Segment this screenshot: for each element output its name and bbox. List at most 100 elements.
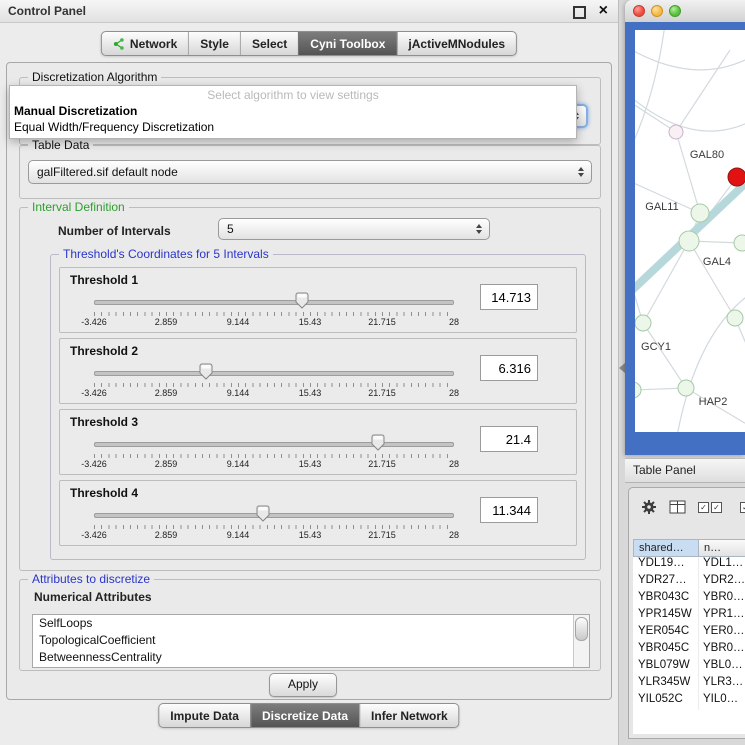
- cell-shared-name: YPR145W: [633, 608, 699, 625]
- slider-thumb[interactable]: [199, 363, 213, 380]
- dropdown-option-manual-discretization[interactable]: Manual Discretization: [14, 104, 572, 118]
- threshold-value-field[interactable]: 6.316: [480, 355, 538, 381]
- thresholds-container: Threshold 1-3.4262.8599.14415.4321.71528…: [59, 267, 577, 551]
- tab-infer-network[interactable]: Infer Network: [359, 704, 459, 727]
- tab-jactivemnodules[interactable]: jActiveMNodules: [396, 32, 516, 55]
- column-header-name[interactable]: n…: [699, 539, 745, 557]
- threshold-slider[interactable]: -3.4262.8599.14415.4321.71528: [94, 361, 454, 397]
- float-window-icon[interactable]: [573, 6, 586, 19]
- threshold-value-field[interactable]: 14.713: [480, 284, 538, 310]
- tab-cyni-toolbox[interactable]: Cyni Toolbox: [298, 32, 396, 55]
- network-node[interactable]: [728, 168, 745, 186]
- scale-label: 9.144: [227, 530, 250, 540]
- network-view-window: GAL80GAL11GAL4GCY1HAP2: [625, 0, 745, 455]
- algorithm-dropdown-popup: Select algorithm to view settings Manual…: [9, 85, 577, 139]
- combo-arrows-icon: [476, 224, 482, 234]
- list-scrollbar[interactable]: [573, 615, 589, 667]
- slider-track: [94, 300, 454, 305]
- network-node[interactable]: [669, 125, 683, 139]
- cell-shared-name: YBR045C: [633, 642, 699, 659]
- threshold-label: Threshold 2: [70, 344, 138, 358]
- table-body[interactable]: YDL19…YDL1…YDR27…YDR2…YBR043CYBR0…YPR145…: [633, 557, 745, 734]
- threshold-slider[interactable]: -3.4262.8599.14415.4321.71528: [94, 503, 454, 539]
- network-node[interactable]: [691, 204, 709, 222]
- discretization-algorithm-group-title: Discretization Algorithm: [28, 70, 161, 84]
- close-traffic-light[interactable]: [633, 5, 645, 17]
- gear-icon[interactable]: [641, 499, 657, 515]
- network-node[interactable]: [727, 310, 743, 326]
- tab-jactivemnodules-label: jActiveMNodules: [408, 37, 505, 51]
- column-header-shared-name[interactable]: shared…: [633, 539, 699, 557]
- list-item[interactable]: TopologicalCoefficient: [33, 632, 589, 649]
- slider-ticks: [94, 312, 454, 316]
- scrollbar-thumb[interactable]: [575, 617, 588, 641]
- toolbox-tab-bar: Network Style Select Cyni Toolbox jActiv…: [101, 31, 517, 56]
- table-row[interactable]: YBR045CYBR0…: [633, 642, 745, 659]
- table-row[interactable]: YDR27…YDR2…: [633, 574, 745, 591]
- network-edge[interactable]: [635, 46, 745, 70]
- scale-label: 21.715: [368, 459, 396, 469]
- threshold-slider[interactable]: -3.4262.8599.14415.4321.71528: [94, 432, 454, 468]
- table-data-combobox[interactable]: galFiltered.sif default node: [28, 160, 592, 184]
- table-row[interactable]: YBR043CYBR0…: [633, 591, 745, 608]
- table-row[interactable]: YDL19…YDL1…: [633, 557, 745, 574]
- zoom-traffic-light[interactable]: [669, 5, 681, 17]
- network-node-label: GAL80: [690, 149, 724, 161]
- numerical-attributes-list[interactable]: SelfLoopsTopologicalCoefficientBetweenne…: [32, 614, 590, 668]
- tab-style[interactable]: Style: [188, 32, 240, 55]
- slider-thumb[interactable]: [371, 434, 385, 451]
- network-node[interactable]: [678, 380, 694, 396]
- threshold-slider[interactable]: -3.4262.8599.14415.4321.71528: [94, 290, 454, 326]
- tab-discretize-data[interactable]: Discretize Data: [250, 704, 359, 727]
- number-of-intervals-label: Number of Intervals: [58, 224, 171, 238]
- network-node[interactable]: [679, 231, 699, 251]
- slider-thumb[interactable]: [295, 292, 309, 309]
- scale-label: 15.43: [299, 459, 322, 469]
- apply-button[interactable]: Apply: [269, 673, 337, 697]
- network-edge[interactable]: [686, 388, 745, 428]
- threshold-value-field[interactable]: 11.344: [480, 497, 538, 523]
- table-row[interactable]: YIL052CYIL0…: [633, 693, 745, 710]
- slider-thumb[interactable]: [256, 505, 270, 522]
- network-edge[interactable]: [676, 50, 730, 132]
- tab-impute-data[interactable]: Impute Data: [159, 704, 250, 727]
- table-panel-header: Table Panel: [625, 458, 745, 483]
- slider-scale: -3.4262.8599.14415.4321.71528: [94, 317, 454, 327]
- select-columns-checkboxes-icon[interactable]: ✓✓: [698, 502, 722, 513]
- network-edge[interactable]: [676, 132, 700, 213]
- close-icon[interactable]: ×: [599, 1, 608, 21]
- cell-shared-name: YBL079W: [633, 659, 699, 676]
- cell-shared-name: YER054C: [633, 625, 699, 642]
- minimize-traffic-light[interactable]: [651, 5, 663, 17]
- tab-select[interactable]: Select: [240, 32, 298, 55]
- table-row[interactable]: YBL079WYBL0…: [633, 659, 745, 676]
- network-node[interactable]: [734, 235, 745, 251]
- tab-network[interactable]: Network: [102, 32, 188, 55]
- columns-icon[interactable]: [669, 500, 686, 514]
- network-node[interactable]: [635, 315, 651, 331]
- threshold-value-field[interactable]: 21.4: [480, 426, 538, 452]
- table-row[interactable]: YER054CYER0…: [633, 625, 745, 642]
- network-node[interactable]: [635, 382, 641, 398]
- table-row[interactable]: YPR145WYPR1…: [633, 608, 745, 625]
- network-edge[interactable]: [643, 323, 686, 388]
- network-edge[interactable]: [635, 30, 665, 160]
- scale-label: 9.144: [227, 459, 250, 469]
- table-header-row: shared… n…: [633, 539, 745, 557]
- dropdown-option-equal-width-frequency[interactable]: Equal Width/Frequency Discretization: [14, 120, 572, 134]
- application-root: Control Panel × Network Style Select Cyn…: [0, 0, 745, 745]
- slider-scale: -3.4262.8599.14415.4321.71528: [94, 530, 454, 540]
- attributes-to-discretize-group: Attributes to discretize Numerical Attri…: [19, 579, 601, 671]
- clear-columns-checkboxes-icon[interactable]: ✓: [740, 502, 745, 513]
- number-of-intervals-combobox[interactable]: 5: [218, 218, 490, 240]
- table-data-group: Table Data galFiltered.sif default node: [19, 145, 601, 199]
- network-node-label: HAP2: [699, 396, 728, 408]
- network-canvas[interactable]: GAL80GAL11GAL4GCY1HAP2: [635, 30, 745, 432]
- network-node-label: GAL11: [645, 201, 678, 213]
- scale-label: 9.144: [227, 388, 250, 398]
- network-edge[interactable]: [689, 241, 735, 318]
- network-node-label: GCY1: [641, 341, 671, 353]
- list-item[interactable]: BetweennessCentrality: [33, 649, 589, 666]
- table-row[interactable]: YLR345WYLR3…: [633, 676, 745, 693]
- list-item[interactable]: SelfLoops: [33, 615, 589, 632]
